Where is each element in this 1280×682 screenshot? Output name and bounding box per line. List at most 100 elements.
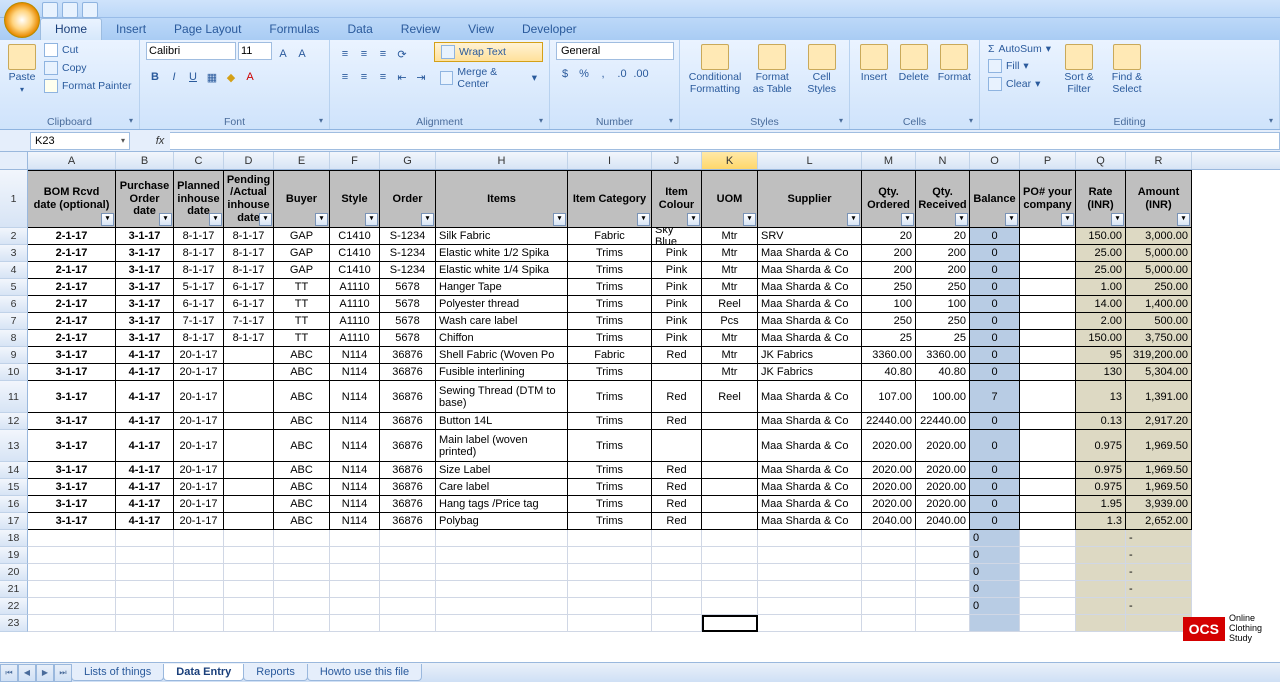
cell[interactable]: 3-1-17: [28, 381, 116, 413]
cell[interactable]: [224, 430, 274, 462]
cell[interactable]: [702, 479, 758, 496]
filter-icon[interactable]: ▾: [259, 213, 272, 226]
cell[interactable]: 250: [916, 279, 970, 296]
cell[interactable]: [224, 479, 274, 496]
cell[interactable]: 5678: [380, 279, 436, 296]
cell[interactable]: 8-1-17: [224, 245, 274, 262]
cell[interactable]: 3360.00: [916, 347, 970, 364]
cell[interactable]: 2-1-17: [28, 330, 116, 347]
cell[interactable]: N114: [330, 364, 380, 381]
cell[interactable]: 1,969.50: [1126, 462, 1192, 479]
cell[interactable]: C1410: [330, 245, 380, 262]
row-header[interactable]: 23: [0, 615, 28, 632]
cell[interactable]: [224, 513, 274, 530]
cell[interactable]: 20-1-17: [174, 364, 224, 381]
cell[interactable]: Pcs: [702, 313, 758, 330]
cell[interactable]: Chiffon: [436, 330, 568, 347]
row-header[interactable]: 7: [0, 313, 28, 330]
cell[interactable]: Maa Sharda & Co: [758, 496, 862, 513]
cell[interactable]: 36876: [380, 430, 436, 462]
cell[interactable]: 2020.00: [916, 479, 970, 496]
cell[interactable]: 2020.00: [916, 462, 970, 479]
cell[interactable]: [652, 430, 702, 462]
cell[interactable]: [970, 615, 1020, 632]
cell[interactable]: Maa Sharda & Co: [758, 330, 862, 347]
row-header[interactable]: 15: [0, 479, 28, 496]
cell[interactable]: 8-1-17: [174, 228, 224, 245]
filter-icon[interactable]: ▾: [209, 213, 222, 226]
row-header[interactable]: 2: [0, 228, 28, 245]
cell[interactable]: 20-1-17: [174, 347, 224, 364]
cell[interactable]: 3-1-17: [28, 496, 116, 513]
row-header-1[interactable]: 1: [0, 170, 28, 228]
cell[interactable]: Hanger Tape: [436, 279, 568, 296]
cell[interactable]: ABC: [274, 513, 330, 530]
cell[interactable]: [916, 598, 970, 615]
cell[interactable]: [1020, 547, 1076, 564]
cell[interactable]: [436, 615, 568, 632]
cell[interactable]: 3-1-17: [116, 296, 174, 313]
increase-decimal-icon[interactable]: .0: [613, 65, 631, 83]
column-header-D[interactable]: D: [224, 152, 274, 169]
font-color-button[interactable]: A: [241, 68, 259, 86]
cell[interactable]: 25: [916, 330, 970, 347]
cell[interactable]: Maa Sharda & Co: [758, 313, 862, 330]
cell[interactable]: [436, 530, 568, 547]
cell[interactable]: GAP: [274, 262, 330, 279]
cell[interactable]: 2-1-17: [28, 245, 116, 262]
cell[interactable]: 1,969.50: [1126, 479, 1192, 496]
cell[interactable]: [1020, 513, 1076, 530]
cell[interactable]: 2-1-17: [28, 313, 116, 330]
cell[interactable]: Red: [652, 381, 702, 413]
office-button[interactable]: [4, 2, 40, 38]
row-header[interactable]: 10: [0, 364, 28, 381]
cell[interactable]: S-1234: [380, 262, 436, 279]
cell[interactable]: 36876: [380, 347, 436, 364]
cell[interactable]: [380, 547, 436, 564]
row-header[interactable]: 3: [0, 245, 28, 262]
cell[interactable]: 0: [970, 330, 1020, 347]
cell[interactable]: [702, 581, 758, 598]
cell[interactable]: [1020, 347, 1076, 364]
row-header[interactable]: 5: [0, 279, 28, 296]
cell[interactable]: [702, 564, 758, 581]
insert-cells-button[interactable]: Insert: [856, 42, 892, 86]
row-header[interactable]: 19: [0, 547, 28, 564]
filter-icon[interactable]: ▾: [955, 213, 968, 226]
cell[interactable]: 2020.00: [862, 479, 916, 496]
cell[interactable]: 4-1-17: [116, 496, 174, 513]
row-header[interactable]: 21: [0, 581, 28, 598]
cell[interactable]: 2,917.20: [1126, 413, 1192, 430]
cell[interactable]: Trims: [568, 364, 652, 381]
cell[interactable]: [568, 564, 652, 581]
cell[interactable]: A1110: [330, 296, 380, 313]
cell[interactable]: 25: [862, 330, 916, 347]
cell[interactable]: 20: [916, 228, 970, 245]
cell[interactable]: 13: [1076, 381, 1126, 413]
cell[interactable]: 3,750.00: [1126, 330, 1192, 347]
cell[interactable]: Trims: [568, 330, 652, 347]
cell[interactable]: 3360.00: [862, 347, 916, 364]
row-header[interactable]: 12: [0, 413, 28, 430]
filter-icon[interactable]: ▾: [1061, 213, 1074, 226]
cell[interactable]: 36876: [380, 496, 436, 513]
cell[interactable]: [916, 581, 970, 598]
cell[interactable]: Red: [652, 496, 702, 513]
cell[interactable]: 0: [970, 364, 1020, 381]
cell[interactable]: [1020, 228, 1076, 245]
header-cell[interactable]: Qty. Ordered▾: [862, 170, 916, 228]
cell[interactable]: [174, 530, 224, 547]
cell[interactable]: 0: [970, 513, 1020, 530]
column-header-I[interactable]: I: [568, 152, 652, 169]
cell[interactable]: 3-1-17: [116, 228, 174, 245]
cell[interactable]: S-1234: [380, 245, 436, 262]
cell[interactable]: [174, 547, 224, 564]
cell[interactable]: Pink: [652, 279, 702, 296]
cell[interactable]: 0.975: [1076, 430, 1126, 462]
cell[interactable]: [380, 530, 436, 547]
cell[interactable]: N114: [330, 479, 380, 496]
cell[interactable]: [28, 530, 116, 547]
cell[interactable]: [702, 430, 758, 462]
header-cell[interactable]: Purchase Order date▾: [116, 170, 174, 228]
column-header-G[interactable]: G: [380, 152, 436, 169]
